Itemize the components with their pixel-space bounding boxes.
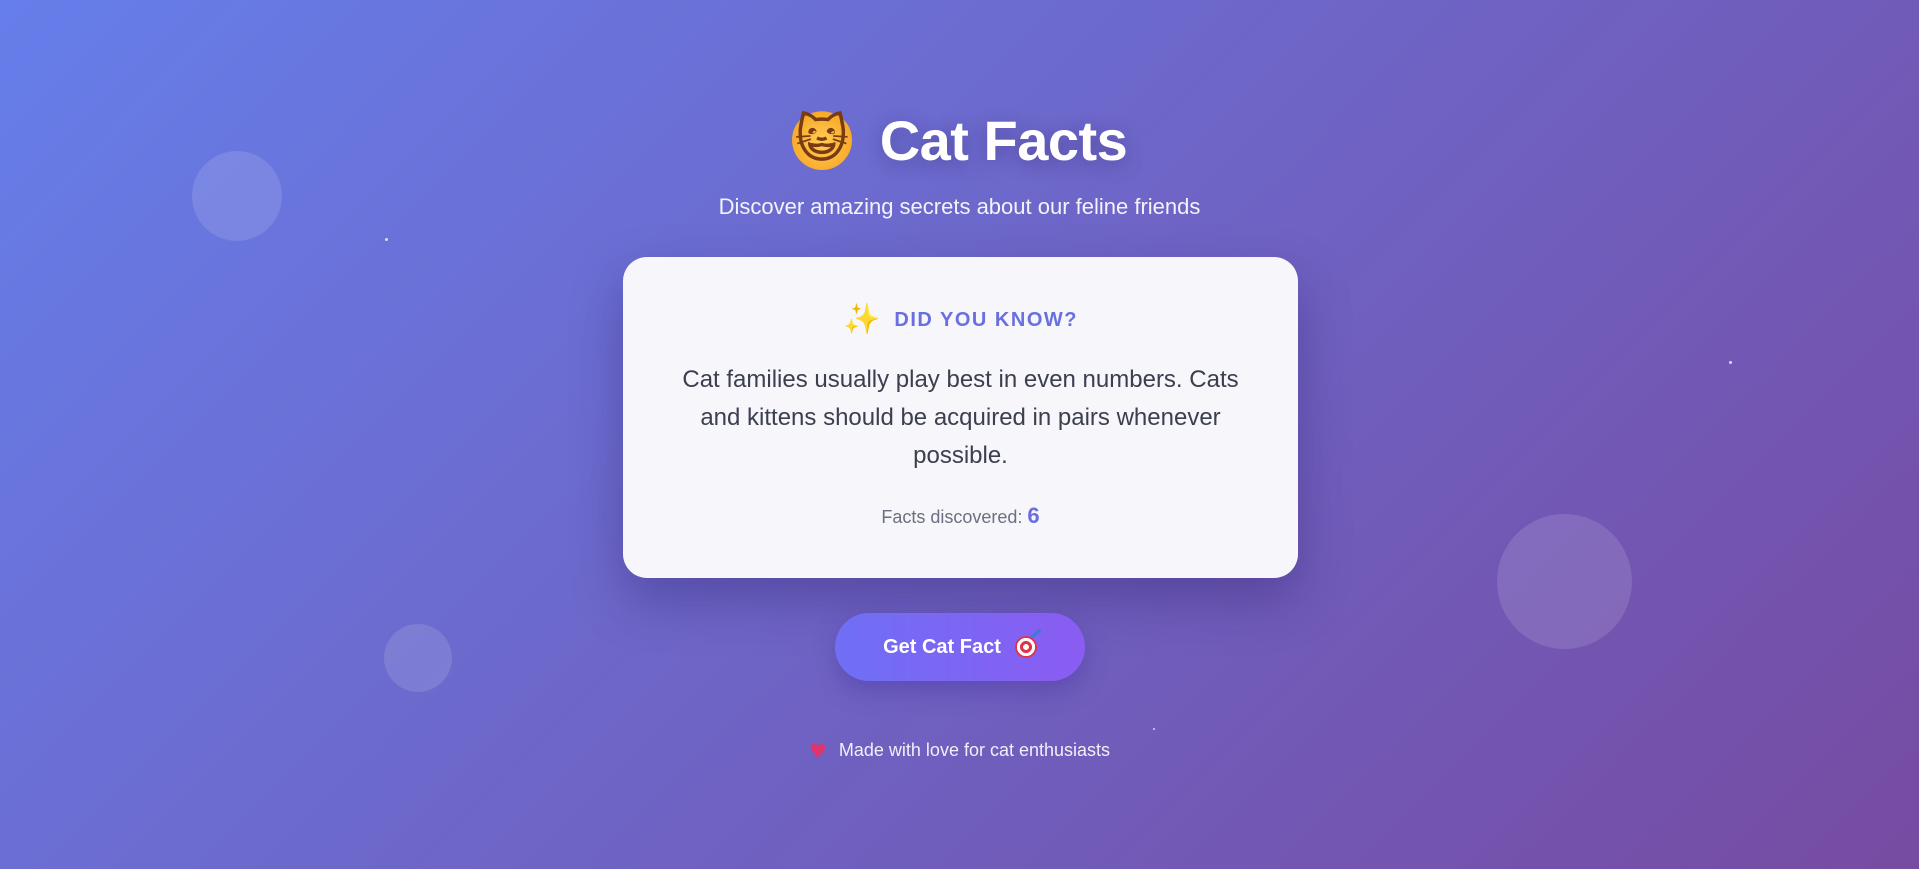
decorative-dot [1729, 361, 1732, 364]
fact-card: ✨ DID YOU KNOW? Cat families usually pla… [623, 257, 1298, 578]
title-row: 😺 Cat Facts [0, 100, 1919, 180]
heart-icon: ♥ [808, 738, 827, 763]
cat-face-icon: 😺 [791, 110, 852, 170]
get-cat-fact-button[interactable]: Get Cat Fact [835, 613, 1085, 681]
page-header: 😺 Cat Facts Discover amazing secrets abo… [0, 100, 1919, 220]
did-you-know-label: DID YOU KNOW? [894, 308, 1078, 331]
footer-text: Made with love for cat enthusiasts [838, 740, 1111, 760]
sparkles-icon: ✨ [843, 302, 881, 337]
page-subtitle: Discover amazing secrets about our felin… [718, 194, 1201, 219]
card-heading: ✨ DID YOU KNOW? [671, 303, 1250, 337]
decorative-dot [385, 238, 388, 241]
decorative-bubble [384, 624, 452, 692]
fact-text: Cat families usually play best in even n… [682, 366, 1239, 469]
facts-counter: Facts discovered: 6 [671, 503, 1250, 529]
facts-counter-label: Facts discovered: [881, 507, 1023, 527]
decorative-bubble [1497, 514, 1632, 649]
page-title: Cat Facts [879, 108, 1128, 172]
facts-counter-value: 6 [1027, 503, 1040, 528]
get-cat-fact-label: Get Cat Fact [883, 635, 1001, 658]
footer: ♥ Made with love for cat enthusiasts [0, 740, 1919, 761]
target-icon [1014, 636, 1037, 658]
decorative-dot [1153, 728, 1155, 730]
